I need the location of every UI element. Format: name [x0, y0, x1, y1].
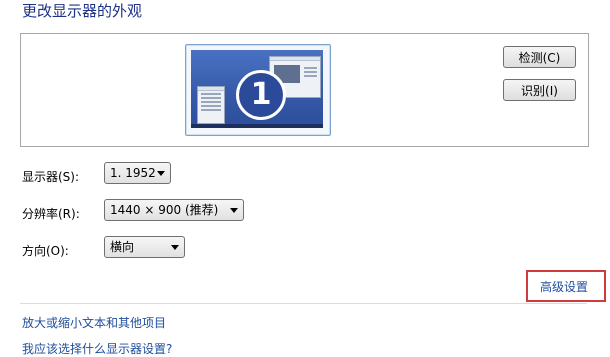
monitor-screen: 1 — [191, 50, 323, 128]
chevron-down-icon — [157, 171, 165, 176]
resolution-select[interactable]: 1440 × 900 (推荐) — [104, 199, 244, 221]
resolution-select-value: 1440 × 900 (推荐) — [110, 203, 219, 217]
monitor-1-thumbnail[interactable]: 1 — [185, 44, 331, 136]
identify-button[interactable]: 识别(I) — [503, 79, 576, 101]
display-select[interactable]: 1. 1952 — [104, 162, 171, 184]
chevron-down-icon — [230, 208, 238, 213]
advanced-settings-link[interactable]: 高级设置 — [540, 278, 588, 295]
monitor-number-badge: 1 — [236, 70, 286, 120]
orientation-select-value: 横向 — [110, 240, 135, 254]
display-preview-area: 1 检测(C) 识别(I) — [20, 33, 589, 147]
page-title: 更改显示器的外观 — [22, 2, 143, 20]
chevron-down-icon — [171, 245, 179, 250]
divider — [20, 303, 587, 304]
preview-start-menu-icon — [197, 86, 225, 124]
detect-button[interactable]: 检测(C) — [503, 46, 576, 68]
display-label: 显示器(S): — [22, 170, 80, 184]
orientation-label: 方向(O): — [22, 244, 69, 258]
display-select-value: 1. 1952 — [110, 166, 156, 180]
text-size-link[interactable]: 放大或缩小文本和其他项目 — [22, 314, 166, 331]
preview-taskbar — [191, 124, 323, 128]
resolution-label: 分辨率(R): — [22, 207, 80, 221]
orientation-select[interactable]: 横向 — [104, 236, 185, 258]
